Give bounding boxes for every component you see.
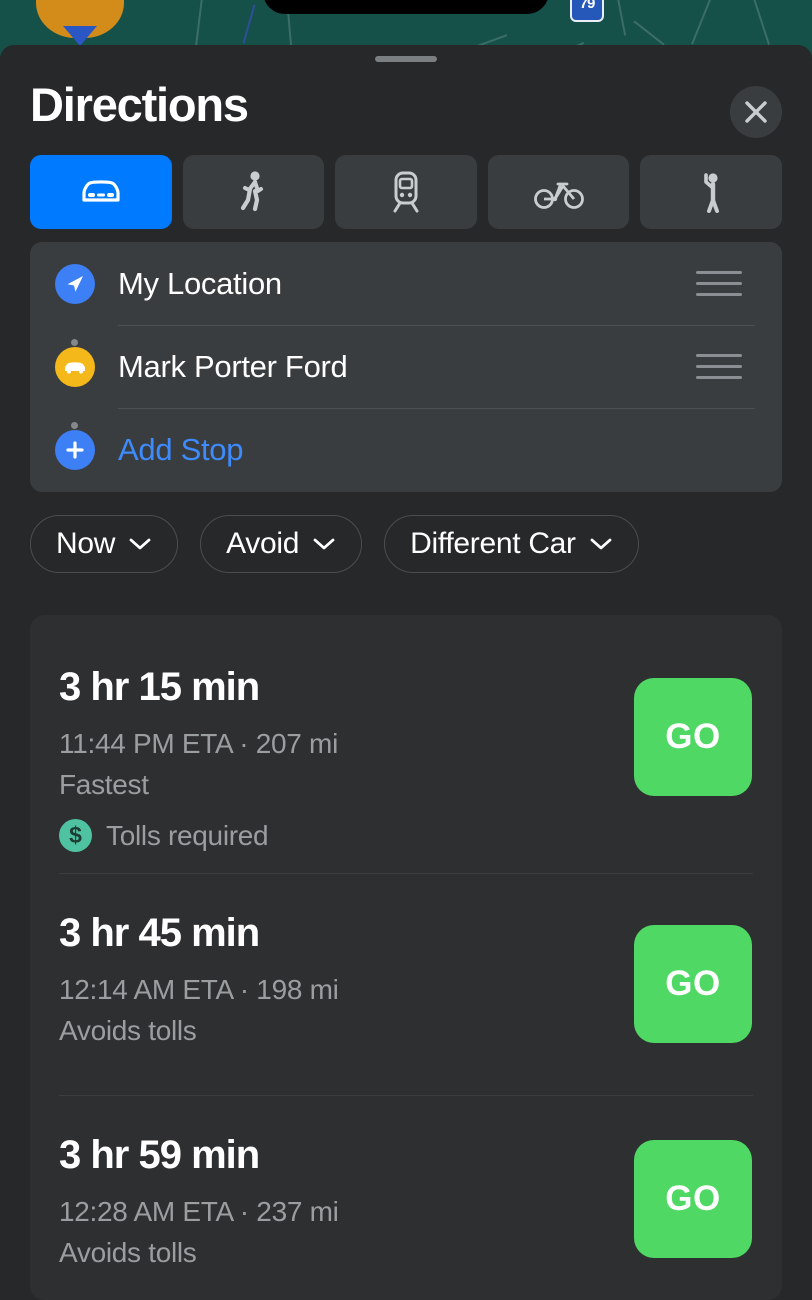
filter-avoid[interactable]: Avoid [200,515,363,573]
navigation-arrow-icon [55,264,95,304]
sheet-header: Directions [0,77,812,149]
route-label: Fastest [59,769,149,800]
tab-transit[interactable] [335,155,477,229]
go-button[interactable]: GO [634,678,752,796]
filter-departure-time[interactable]: Now [30,515,179,573]
route-label: Avoids tolls [59,1237,197,1268]
directions-sheet: Directions My Location Mark Porter Ford … [0,45,812,1300]
filter-avoid-label: Avoid [226,527,300,560]
close-icon [745,101,767,123]
screen: 79 Directions My Location Mark Porter Fo… [0,0,812,1300]
map-road [752,0,770,46]
tab-cycle[interactable] [487,155,630,229]
route-eta-distance: 11:44 PM ETA · 207 mi [59,728,339,759]
route-option[interactable]: 3 hr 15 min 11:44 PM ETA · 207 mi Fastes… [30,615,782,873]
chevron-down-icon [313,538,335,550]
route-duration: 3 hr 15 min [59,665,260,709]
filter-departure-time-label: Now [56,527,116,560]
bicycle-icon [533,182,584,209]
tab-drive[interactable] [30,155,172,229]
map-road [691,0,711,45]
route-options-list: 3 hr 15 min 11:44 PM ETA · 207 mi Fastes… [30,615,782,1300]
map-pin-tip [63,26,97,46]
route-eta-distance: 12:14 AM ETA · 198 mi [59,974,339,1005]
transport-mode-tabs [30,155,782,229]
map-road [633,20,665,46]
add-stop-label: Add Stop [118,432,244,467]
filter-vehicle[interactable]: Different Car [384,515,639,573]
route-label: Avoids tolls [59,1015,197,1046]
reorder-handle-icon[interactable] [696,271,742,297]
route-toll-text: Tolls required [106,819,269,851]
sheet-grabber-icon[interactable] [375,56,437,62]
rideshare-person-icon [704,173,720,213]
chevron-down-icon [129,538,151,550]
filter-vehicle-label: Different Car [410,527,576,560]
route-field-origin-text: My Location [118,266,282,301]
route-field-destination[interactable]: Mark Porter Ford [30,325,782,409]
chevron-down-icon [590,538,612,550]
dollar-badge-icon: $ [59,819,92,852]
status-bar-notch [263,0,549,14]
close-button[interactable] [730,86,782,138]
add-stop-row[interactable]: Add Stop [30,408,782,492]
tab-ride[interactable] [640,155,782,229]
page-title: Directions [30,78,249,131]
route-field-destination-text: Mark Porter Ford [118,349,348,384]
train-icon [393,171,419,213]
route-eta-distance: 12:28 AM ETA · 237 mi [59,1196,339,1227]
plus-icon [55,430,95,470]
car-icon [82,180,120,202]
tab-walk[interactable] [182,155,325,229]
route-duration: 3 hr 59 min [59,1133,260,1177]
reorder-handle-icon[interactable] [696,354,742,380]
route-endpoints-card: My Location Mark Porter Ford Add Stop [30,242,782,492]
walk-icon [241,171,264,212]
route-option[interactable]: 3 hr 45 min 12:14 AM ETA · 198 mi Avoids… [30,873,782,1095]
map-road [615,0,627,36]
route-duration: 3 hr 45 min [59,911,260,955]
go-button[interactable]: GO [634,925,752,1043]
route-toll-note: $ Tolls required [59,819,269,852]
map-road [194,0,204,48]
highway-shield-icon: 79 [570,0,604,22]
map-route-line [242,4,256,44]
go-button[interactable]: GO [634,1140,752,1258]
car-circle-icon [55,347,95,387]
route-option[interactable]: 3 hr 59 min 12:28 AM ETA · 237 mi Avoids… [30,1095,782,1300]
route-field-origin[interactable]: My Location [30,242,782,326]
route-filters: Now Avoid Different Car [30,515,639,573]
